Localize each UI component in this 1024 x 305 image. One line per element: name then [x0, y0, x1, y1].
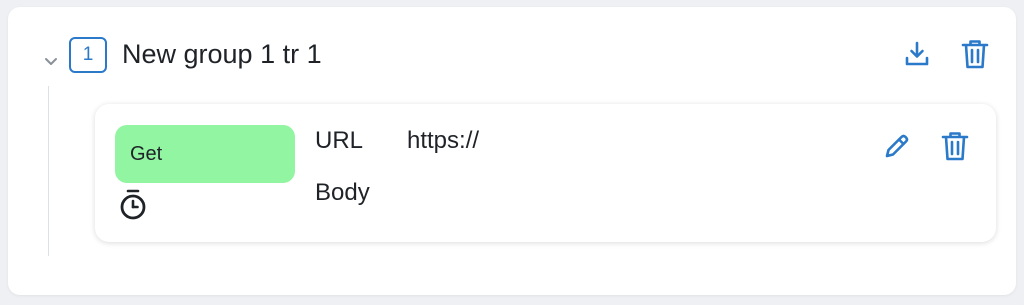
chevron-down-icon	[45, 58, 57, 65]
request-card: Get URL https:// Body	[95, 104, 996, 242]
tree-connector-line	[48, 86, 49, 256]
url-value: https://	[407, 127, 480, 154]
method-label: Get	[130, 142, 163, 165]
pencil-icon	[885, 134, 909, 158]
group-title: New group 1 tr 1	[122, 39, 322, 69]
edit-request-button[interactable]	[879, 128, 915, 164]
trash-icon	[961, 40, 989, 69]
trash-icon	[941, 132, 969, 161]
delete-group-button[interactable]	[957, 36, 993, 72]
delete-request-button[interactable]	[937, 128, 973, 164]
group-index-badge: 1	[69, 37, 107, 73]
stopwatch-icon	[117, 188, 149, 222]
download-button[interactable]	[899, 36, 935, 72]
page: 1 New group 1 tr 1 Get URL https:// Body	[0, 0, 1024, 305]
collapse-toggle[interactable]	[42, 53, 60, 71]
method-badge[interactable]: Get	[115, 125, 295, 183]
url-label: URL	[315, 127, 364, 154]
body-label: Body	[315, 179, 370, 206]
group-card: 1 New group 1 tr 1 Get URL https:// Body	[8, 7, 1016, 295]
download-icon	[905, 41, 929, 66]
